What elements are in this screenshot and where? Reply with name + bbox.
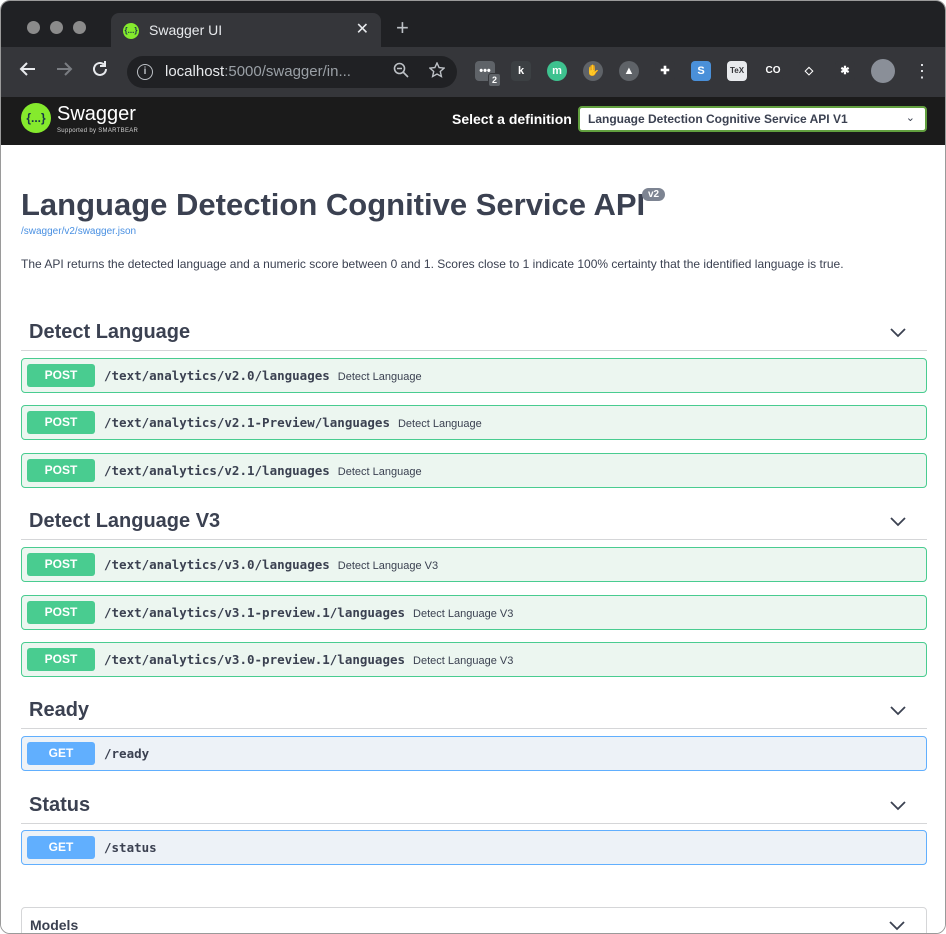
puzzle-icon[interactable]: ✱ — [835, 61, 855, 81]
extension-dots-icon[interactable]: ••• 2 — [475, 61, 501, 87]
extension-m-icon[interactable]: m — [547, 61, 567, 81]
tag-status[interactable]: Status — [21, 788, 927, 824]
definition-select-value: Language Detection Cognitive Service API… — [588, 112, 848, 126]
operation-path: /text/analytics/v3.0-preview.1/languages… — [104, 652, 514, 667]
method-badge: POST — [27, 601, 95, 624]
api-description: The API returns the detected language an… — [21, 257, 844, 271]
reload-icon[interactable] — [91, 60, 109, 83]
close-window-button[interactable] — [27, 21, 40, 34]
site-info-icon[interactable]: i — [137, 64, 153, 80]
url-text: localhost:5000/swagger/in... — [165, 63, 351, 80]
tab-bar: {...} Swagger UI ✕ + — [1, 1, 945, 47]
operation-path: /text/analytics/v2.1-Preview/languages De… — [104, 415, 482, 430]
operation-path: /text/analytics/v3.0/languages Detect Lan… — [104, 557, 439, 572]
operation-summary: Detect Language — [337, 466, 422, 478]
extension-plus-icon[interactable]: ✚ — [655, 61, 675, 81]
browser-window: {...} Swagger UI ✕ + i localhost:5000/sw… — [0, 0, 946, 934]
models-section[interactable]: Models — [21, 907, 927, 934]
operation-path: /text/analytics/v2.1/languages Detect Lan… — [104, 463, 422, 478]
swagger-content: Language Detection Cognitive Service API… — [1, 145, 945, 934]
menu-icon[interactable]: ⋮ — [913, 60, 931, 82]
definition-select[interactable]: Language Detection Cognitive Service API… — [578, 106, 927, 132]
tag-ready[interactable]: Ready — [21, 693, 927, 729]
method-badge: POST — [27, 553, 95, 576]
chevron-down-icon: ⌄ — [905, 112, 915, 124]
operation-path: /status — [104, 840, 157, 855]
tag-title: Status — [29, 794, 91, 816]
definition-select-label: Select a definition — [452, 111, 572, 127]
spec-url-link[interactable]: /swagger/v2/swagger.json — [21, 226, 136, 237]
tag-title: Ready — [29, 699, 90, 721]
swagger-favicon-icon: {...} — [123, 23, 139, 39]
forward-icon[interactable] — [55, 60, 73, 83]
operation-summary: Detect Language V3 — [413, 608, 514, 620]
tab-close-icon[interactable]: ✕ — [356, 19, 369, 39]
method-badge: GET — [27, 836, 95, 859]
extension-hand-icon[interactable]: ✋ — [583, 61, 603, 81]
operation-row[interactable]: GET /ready — [21, 736, 927, 771]
version-badge: v2 — [642, 188, 666, 201]
operation-summary: Detect Language V3 — [337, 560, 439, 572]
address-bar[interactable]: i localhost:5000/swagger/in... — [127, 56, 457, 88]
chevron-down-icon[interactable] — [888, 916, 906, 934]
bookmark-star-icon[interactable] — [428, 61, 446, 83]
chevron-down-icon[interactable] — [889, 512, 907, 530]
zoom-icon[interactable] — [393, 62, 409, 83]
operation-row[interactable]: POST /text/analytics/v2.1-Preview/langua… — [21, 405, 927, 440]
operation-path: /text/analytics/v3.1-preview.1/languages… — [104, 605, 514, 620]
operation-row[interactable]: POST /text/analytics/v2.1/languages Detec… — [21, 453, 927, 488]
tag-detect-language-v3[interactable]: Detect Language V3 — [21, 504, 927, 540]
swagger-logo-icon[interactable]: {...} — [21, 103, 51, 133]
swagger-topbar: {...} Swagger Supported by SMARTBEAR Sel… — [1, 97, 945, 145]
operation-summary: Detect Language — [397, 418, 482, 430]
extension-co-icon[interactable]: CO — [763, 61, 783, 81]
operation-row[interactable]: POST /text/analytics/v3.0/languages Detec… — [21, 547, 927, 582]
chevron-down-icon[interactable] — [889, 796, 907, 814]
models-title: Models — [30, 917, 79, 933]
operation-path: /text/analytics/v2.0/languages Detect Lan… — [104, 368, 422, 383]
operation-row[interactable]: POST /text/analytics/v3.0-preview.1/lang… — [21, 642, 927, 677]
extension-shield-icon[interactable]: ▲ — [619, 61, 639, 81]
tab-swagger-ui[interactable]: {...} Swagger UI ✕ — [111, 13, 381, 47]
operation-path: /ready — [104, 746, 150, 761]
chevron-down-icon[interactable] — [889, 701, 907, 719]
method-badge: POST — [27, 364, 95, 387]
method-badge: POST — [27, 411, 95, 434]
profile-avatar[interactable] — [871, 59, 895, 83]
method-badge: POST — [27, 648, 95, 671]
extension-document-icon[interactable]: TeX — [727, 61, 747, 81]
operation-row[interactable]: POST /text/analytics/v2.0/languages Detec… — [21, 358, 927, 393]
tab-title: Swagger UI — [149, 22, 223, 38]
tag-title: Detect Language V3 — [29, 510, 221, 532]
operation-summary: Detect Language V3 — [413, 655, 514, 667]
minimize-window-button[interactable] — [50, 21, 63, 34]
tag-title: Detect Language — [29, 321, 191, 343]
extension-diamond-icon[interactable]: ◇ — [799, 61, 819, 81]
browser-toolbar: i localhost:5000/swagger/in... ••• 2 k m … — [1, 47, 945, 97]
tag-detect-language[interactable]: Detect Language — [21, 315, 927, 351]
operation-row[interactable]: GET /status — [21, 830, 927, 865]
operation-summary: Detect Language — [337, 371, 422, 383]
new-tab-button[interactable]: + — [396, 17, 409, 39]
extension-s-icon[interactable]: S — [691, 61, 711, 81]
method-badge: GET — [27, 742, 95, 765]
method-badge: POST — [27, 459, 95, 482]
chevron-down-icon[interactable] — [889, 323, 907, 341]
swagger-logo-subtitle: Supported by SMARTBEAR — [57, 128, 139, 134]
swagger-logo-name: Swagger — [57, 103, 136, 125]
api-title: Language Detection Cognitive Service API — [21, 187, 646, 222]
extension-k-icon[interactable]: k — [511, 61, 531, 81]
back-icon[interactable] — [19, 60, 37, 83]
operation-row[interactable]: POST /text/analytics/v3.1-preview.1/lang… — [21, 595, 927, 630]
maximize-window-button[interactable] — [73, 21, 86, 34]
